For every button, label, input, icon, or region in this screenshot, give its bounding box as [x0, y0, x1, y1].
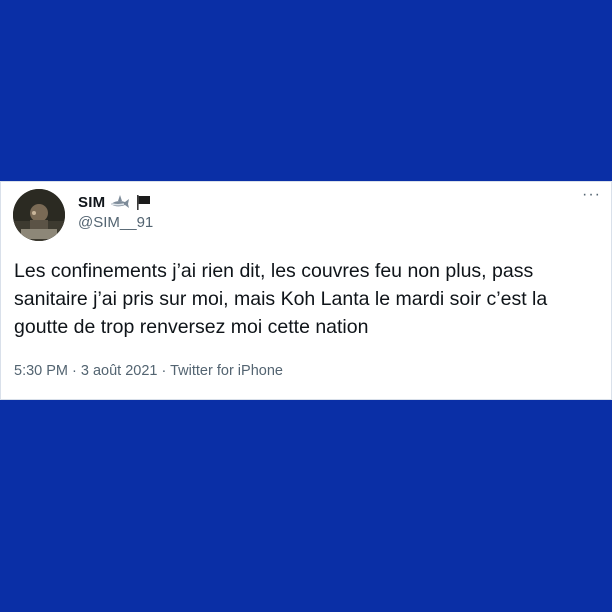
author-handle[interactable]: @SIM__91 [78, 214, 153, 231]
tweet-date[interactable]: 3 août 2021 [81, 363, 158, 379]
meta-separator: · [157, 363, 171, 379]
tweet-meta: 5:30 PM · 3 août 2021 · Twitter for iPho… [14, 363, 283, 379]
author-name-row: SIM [78, 191, 151, 213]
tweet-time[interactable]: 5:30 PM [14, 363, 68, 379]
meta-separator: · [68, 363, 81, 379]
black-flag-icon [135, 194, 151, 210]
avatar[interactable] [13, 189, 65, 241]
tweet-source[interactable]: Twitter for iPhone [170, 363, 283, 379]
shark-emoji-icon [110, 194, 130, 210]
display-name[interactable]: SIM [78, 194, 105, 211]
tweet-text: Les confinements j’ai rien dit, les couv… [14, 260, 548, 338]
tweet-card: SIM @SIM__91 ··· Les confinements j’ai r… [0, 181, 612, 400]
more-options-icon[interactable]: ··· [582, 186, 601, 204]
